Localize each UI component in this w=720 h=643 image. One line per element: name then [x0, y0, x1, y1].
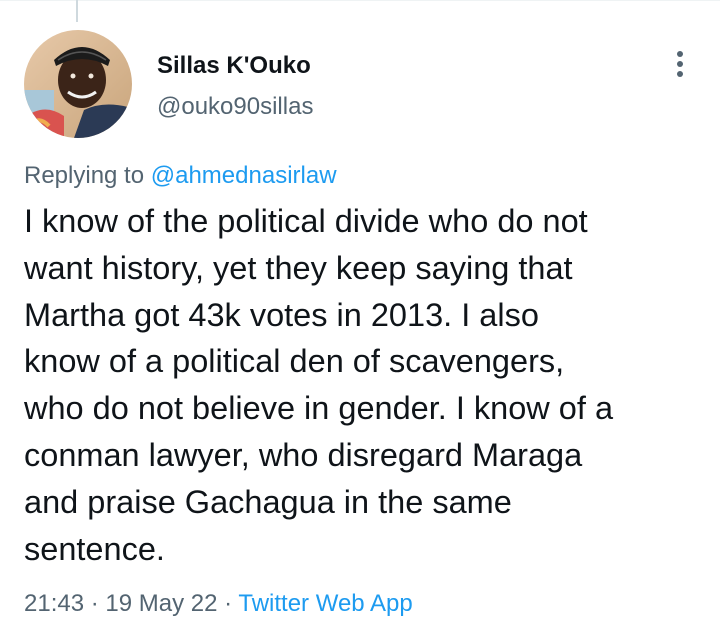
- top-divider: [0, 0, 720, 1]
- meta-separator: ·: [84, 590, 106, 617]
- tweet-metadata: 21:43 · 19 May 22 · Twitter Web App: [24, 590, 413, 618]
- tweet-source-link[interactable]: Twitter Web App: [238, 590, 412, 617]
- meta-separator: ·: [217, 590, 239, 617]
- more-vertical-icon: [677, 51, 683, 77]
- more-options-button[interactable]: [664, 46, 696, 82]
- author-handle[interactable]: @ouko90sillas: [157, 93, 313, 121]
- author-name[interactable]: Sillas K'Ouko: [157, 52, 311, 80]
- thread-connector-line: [76, 0, 78, 22]
- avatar-photo: [24, 30, 132, 138]
- replying-to-label: Replying to: [24, 162, 151, 189]
- tweet-date[interactable]: 19 May 22: [105, 590, 217, 617]
- replying-to-mention[interactable]: @ahmednasirlaw: [151, 162, 337, 189]
- avatar[interactable]: [24, 30, 132, 138]
- replying-to-line: Replying to @ahmednasirlaw: [24, 162, 337, 190]
- tweet-text: I know of the political divide who do no…: [24, 203, 614, 567]
- tweet-time[interactable]: 21:43: [24, 590, 84, 617]
